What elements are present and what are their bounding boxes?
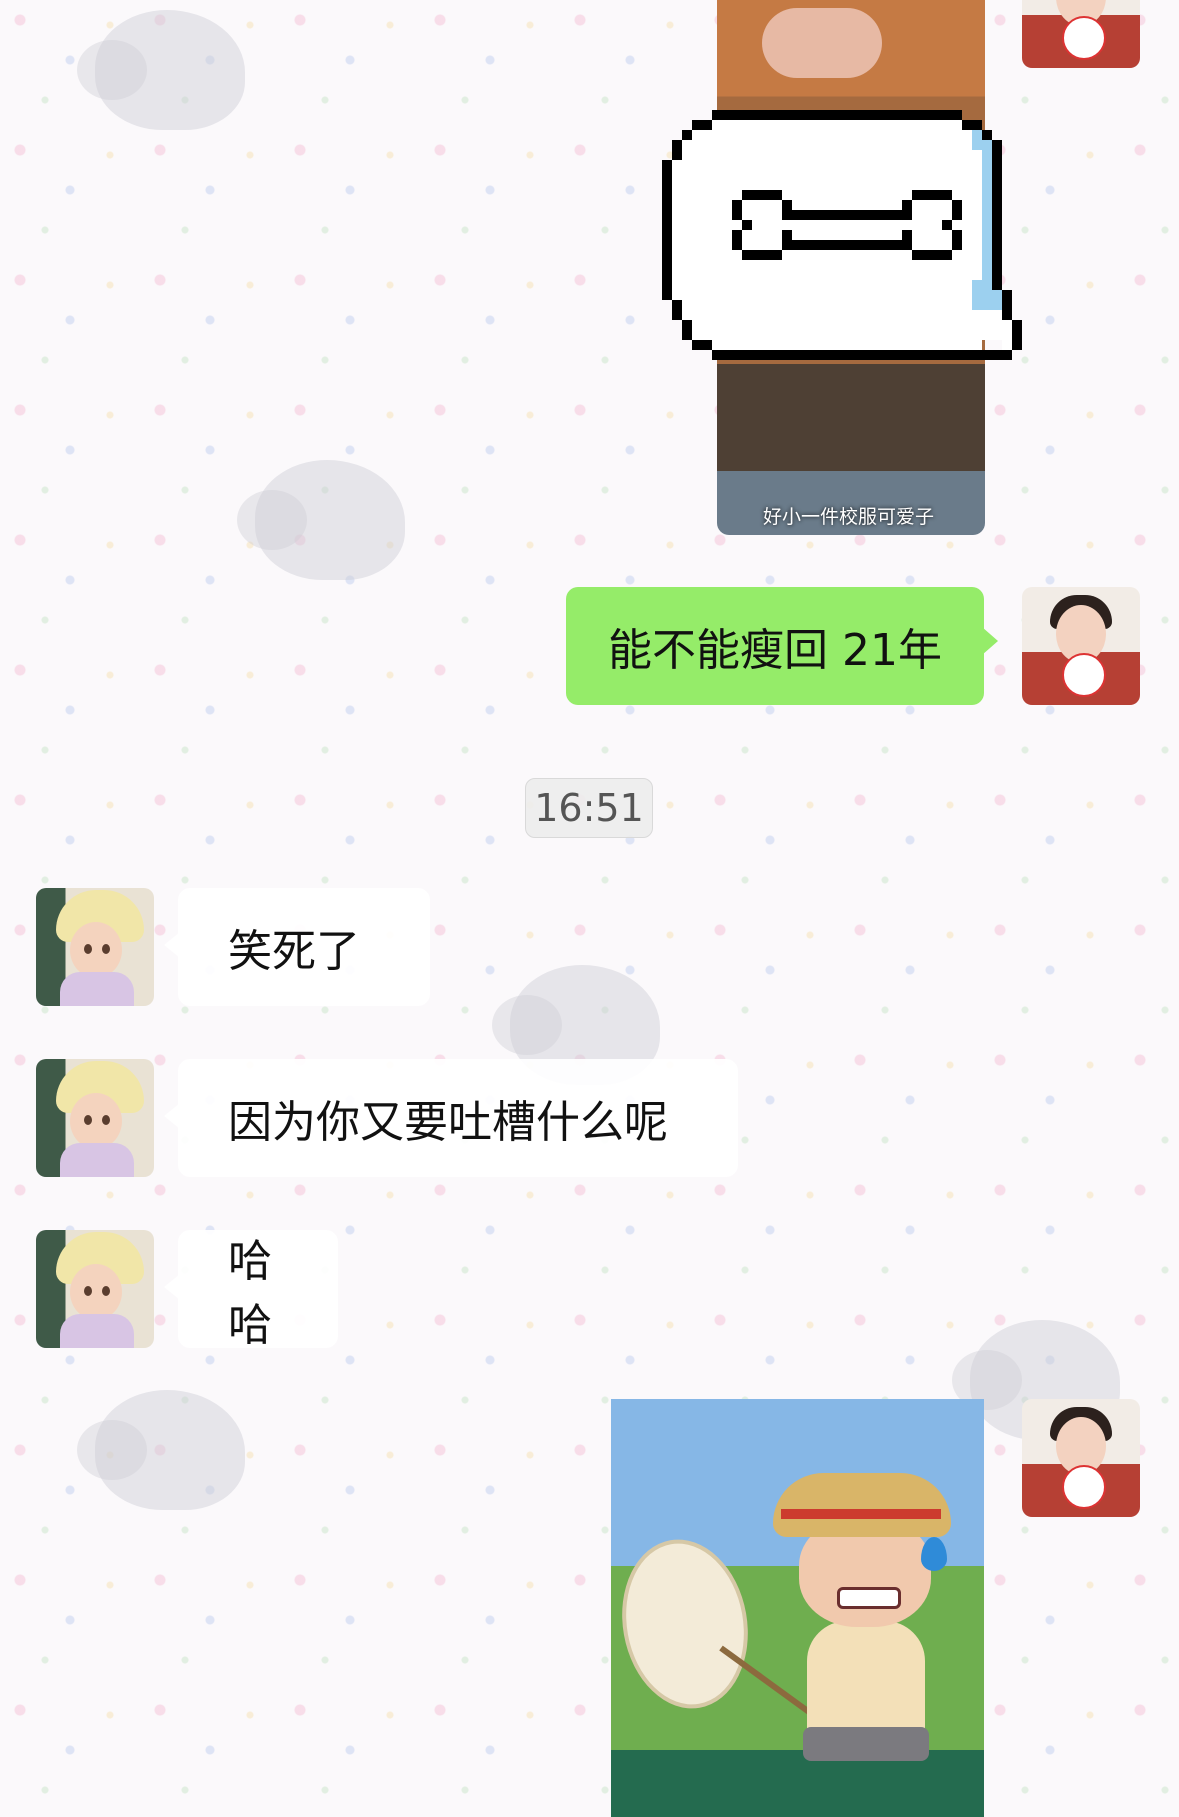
my-avatar[interactable] bbox=[1022, 1399, 1140, 1517]
message-text: 因为你又要吐槽什么呢 bbox=[228, 1097, 668, 1148]
wallpaper-elephant-icon bbox=[77, 1390, 245, 1510]
friend-message-bubble[interactable]: 笑死了 bbox=[164, 888, 430, 1006]
message-text: 笑死了 bbox=[228, 926, 360, 977]
straw-hat-boy-sticker-icon[interactable] bbox=[611, 1399, 984, 1817]
my-avatar[interactable] bbox=[1022, 587, 1140, 705]
friend-message-bubble[interactable]: 哈哈 bbox=[164, 1230, 338, 1351]
my-message-bubble[interactable]: 能不能瘦回 21年 bbox=[566, 587, 998, 705]
friend-avatar[interactable] bbox=[36, 888, 154, 1006]
message-text: 哈哈 bbox=[228, 1236, 272, 1351]
timestamp: 16:51 bbox=[525, 778, 653, 838]
hand-photo bbox=[762, 8, 882, 78]
sweat-drop-icon bbox=[921, 1537, 947, 1571]
pixel-bone-speech-bubble-icon[interactable] bbox=[662, 100, 1072, 420]
my-avatar[interactable] bbox=[1022, 0, 1140, 68]
message-text: 能不能瘦回 21年 bbox=[608, 625, 942, 676]
friend-avatar[interactable] bbox=[36, 1230, 154, 1348]
image-caption: 好小一件校服可爱子 bbox=[763, 506, 935, 528]
wallpaper-elephant-icon bbox=[237, 460, 405, 580]
wallpaper-elephant-icon bbox=[77, 10, 245, 130]
friend-avatar[interactable] bbox=[36, 1059, 154, 1177]
friend-message-bubble[interactable]: 因为你又要吐槽什么呢 bbox=[164, 1059, 738, 1177]
